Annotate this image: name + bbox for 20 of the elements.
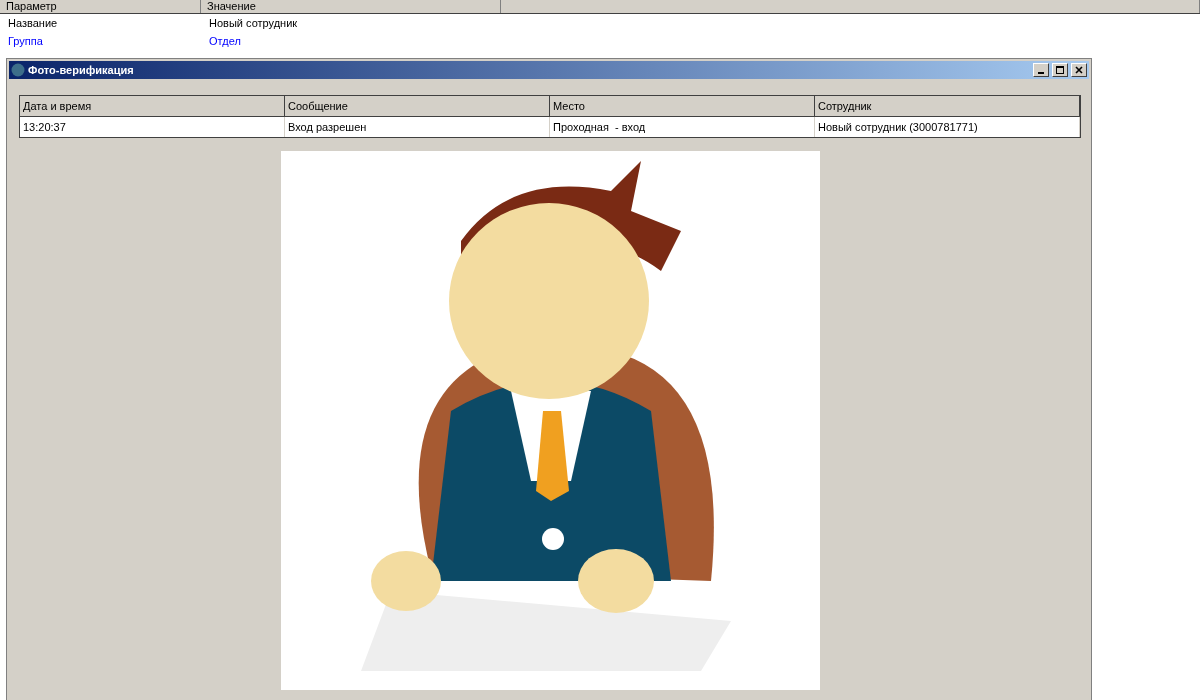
minimize-button[interactable] <box>1033 63 1049 77</box>
column-header[interactable]: Дата и время <box>20 96 285 116</box>
property-value: Новый сотрудник <box>208 17 299 29</box>
table-cell: Новый сотрудник (3000781771) <box>815 117 1080 137</box>
table-cell: 13:20:37 <box>20 117 285 137</box>
close-button[interactable] <box>1071 63 1087 77</box>
table-cell: Вход разрешен <box>285 117 550 137</box>
maximize-icon <box>1056 66 1064 74</box>
column-header[interactable]: Место <box>550 96 815 116</box>
property-value[interactable]: Отдел <box>201 35 1200 47</box>
window-title: Фото-верификация <box>28 64 135 76</box>
column-header[interactable]: Сотрудник <box>815 96 1080 116</box>
table-cell: Проходная - вход <box>550 117 815 137</box>
property-name: Название <box>7 17 59 29</box>
close-icon <box>1075 66 1083 74</box>
maximize-button[interactable] <box>1052 63 1068 77</box>
column-header[interactable]: Параметр <box>0 0 201 13</box>
column-header[interactable]: Значение <box>201 0 501 13</box>
column-header[interactable]: Сообщение <box>285 96 550 116</box>
property-name[interactable]: Группа <box>0 35 201 47</box>
